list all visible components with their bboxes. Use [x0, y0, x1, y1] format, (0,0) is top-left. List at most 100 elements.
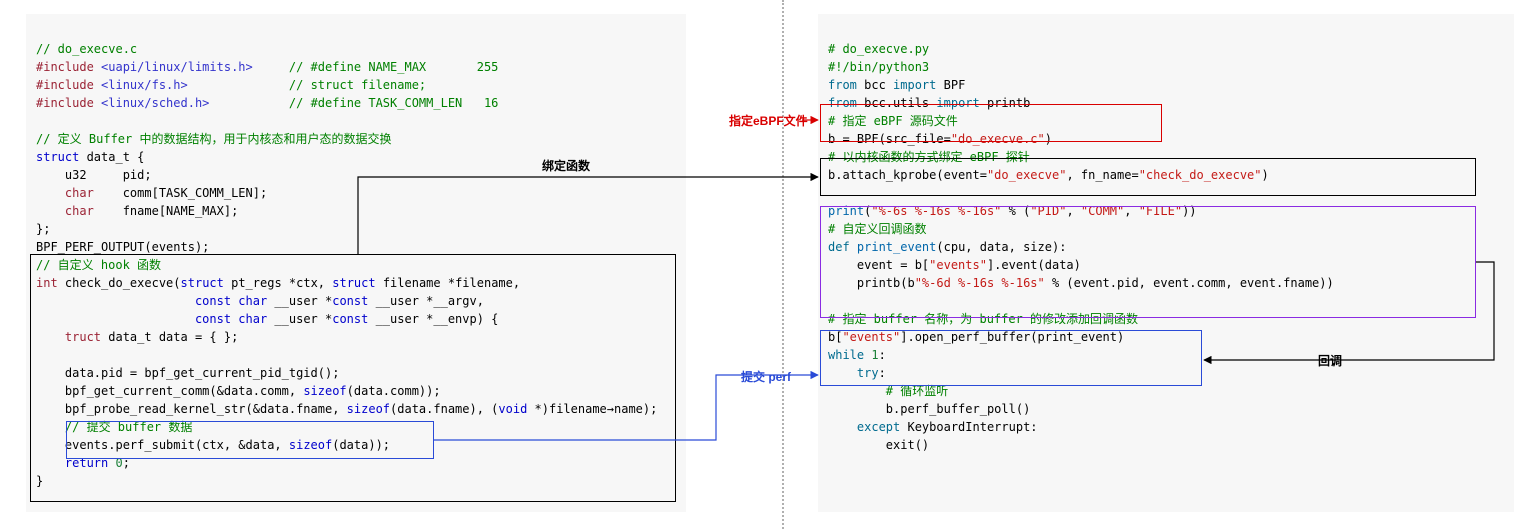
- c-token: __user *: [267, 294, 332, 308]
- py-token: from: [828, 78, 857, 92]
- py-token: ): [1045, 132, 1052, 146]
- c-line: u32 pid;: [36, 168, 152, 182]
- c-line: data.pid = bpf_get_current_pid_tgid();: [36, 366, 339, 380]
- py-comment: # 以内核函数的方式绑定 eBPF 探针: [828, 150, 1030, 164]
- c-token: #include: [36, 96, 94, 110]
- c-token: #include: [36, 60, 94, 74]
- py-token: )): [1182, 204, 1196, 218]
- py-token: "COMM": [1081, 204, 1124, 218]
- py-comment: # do_execve.py: [828, 42, 929, 56]
- py-token: def: [828, 240, 850, 254]
- py-comment: # 循环监听: [828, 384, 948, 398]
- c-token: check_do_execve(: [58, 276, 181, 290]
- c-token: [36, 312, 195, 326]
- py-token: "events": [842, 330, 900, 344]
- py-token: ): [1262, 168, 1269, 182]
- py-token: "do_execve.c": [951, 132, 1045, 146]
- py-token: % (event.pid, event.comm, event.fname)): [1045, 276, 1334, 290]
- c-token: pt_regs *ctx,: [224, 276, 332, 290]
- left-code-panel: // do_execve.c #include <uapi/linux/limi…: [26, 14, 686, 512]
- py-token: ,: [1124, 204, 1138, 218]
- py-token: "events": [929, 258, 987, 272]
- c-token: struct: [332, 276, 375, 290]
- c-token: sizeof: [347, 402, 390, 416]
- c-comment: // struct filename;: [289, 78, 426, 92]
- c-token: data_t data = { };: [101, 330, 238, 344]
- py-token: printb: [980, 96, 1031, 110]
- c-token: events.perf_submit(ctx, &data,: [36, 438, 289, 452]
- c-token: <uapi/linux/limits.h>: [101, 60, 253, 74]
- c-token: (data.comm));: [347, 384, 441, 398]
- label-callback: 回调: [1318, 352, 1342, 370]
- c-comment: // 定义 Buffer 中的数据结构，用于内核态和用户态的数据交换: [36, 132, 391, 146]
- c-token: *)filename→name);: [527, 402, 657, 416]
- py-token: :: [879, 366, 886, 380]
- py-token: "FILE": [1139, 204, 1182, 218]
- c-token: #include: [36, 78, 94, 92]
- py-comment: # 指定 buffer 名称，为 buffer 的修改添加回调函数: [828, 312, 1138, 326]
- py-token: "%-6s %-16s %-16s": [871, 204, 1001, 218]
- c-token: [36, 294, 195, 308]
- label-specify-ebpf-file: 指定eBPF文件: [729, 112, 808, 130]
- c-comment: // #define NAME_MAX 255: [289, 60, 499, 74]
- c-line: BPF_PERF_OUTPUT(events);: [36, 240, 209, 254]
- py-token: b[: [828, 330, 842, 344]
- c-token: comm[TASK_COMM_LEN];: [94, 186, 267, 200]
- py-token: event = b[: [828, 258, 929, 272]
- c-comment: // 提交 buffer 数据: [36, 420, 192, 434]
- py-token: except: [828, 420, 900, 434]
- py-token: printb(b: [828, 276, 915, 290]
- py-token: print: [828, 204, 864, 218]
- c-token: sizeof: [289, 438, 332, 452]
- c-token: 0: [108, 456, 122, 470]
- c-token: <linux/fs.h>: [101, 78, 188, 92]
- c-token: __user *: [267, 312, 332, 326]
- c-token: truct: [36, 330, 101, 344]
- c-token: const: [332, 312, 368, 326]
- c-token: struct: [181, 276, 224, 290]
- py-comment: #!/bin/python3: [828, 60, 929, 74]
- py-token: ].event(data): [987, 258, 1081, 272]
- py-token: "PID": [1030, 204, 1066, 218]
- py-token: from: [828, 96, 857, 110]
- c-token: fname[NAME_MAX];: [94, 204, 239, 218]
- c-token: const char: [195, 294, 267, 308]
- c-token: <linux/sched.h>: [101, 96, 209, 110]
- c-comment: // #define TASK_COMM_LEN 16: [289, 96, 499, 110]
- py-token: , fn_name=: [1066, 168, 1138, 182]
- py-token: ,: [1066, 204, 1080, 218]
- py-token: (cpu, data, size):: [936, 240, 1066, 254]
- c-token: (data.fname), (: [390, 402, 498, 416]
- c-token: ;: [123, 456, 130, 470]
- c-comment: // do_execve.c: [36, 42, 137, 56]
- py-token: import: [936, 96, 979, 110]
- label-bind-fn: 绑定函数: [542, 157, 590, 175]
- py-token: KeyboardInterrupt:: [900, 420, 1037, 434]
- c-token: __user *__argv,: [368, 294, 484, 308]
- c-token: void: [498, 402, 527, 416]
- py-token: print_event: [850, 240, 937, 254]
- c-token: data_t {: [79, 150, 144, 164]
- py-token: while: [828, 348, 864, 362]
- py-token: import: [893, 78, 936, 92]
- c-token: bpf_probe_read_kernel_str(&data.fname,: [36, 402, 347, 416]
- c-token: const char: [195, 312, 267, 326]
- py-comment: # 指定 eBPF 源码文件: [828, 114, 958, 128]
- py-token: "do_execve": [987, 168, 1066, 182]
- c-line: }: [36, 474, 43, 488]
- c-token: (data));: [332, 438, 390, 452]
- c-comment: // 自定义 hook 函数: [36, 258, 161, 272]
- py-token: 1: [864, 348, 878, 362]
- c-token: const: [332, 294, 368, 308]
- py-token: "%-6d %-16s %-16s": [915, 276, 1045, 290]
- py-comment: # 自定义回调函数: [828, 222, 926, 236]
- label-submit-perf: 提交 perf: [741, 368, 791, 386]
- py-token: b.attach_kprobe(event=: [828, 168, 987, 182]
- c-token: return: [36, 456, 108, 470]
- c-line: };: [36, 222, 50, 236]
- c-token: filename *filename,: [376, 276, 521, 290]
- py-token: "check_do_execve": [1139, 168, 1262, 182]
- py-token: bcc: [857, 78, 893, 92]
- vertical-divider: [782, 0, 784, 529]
- py-token: b = BPF(src_file=: [828, 132, 951, 146]
